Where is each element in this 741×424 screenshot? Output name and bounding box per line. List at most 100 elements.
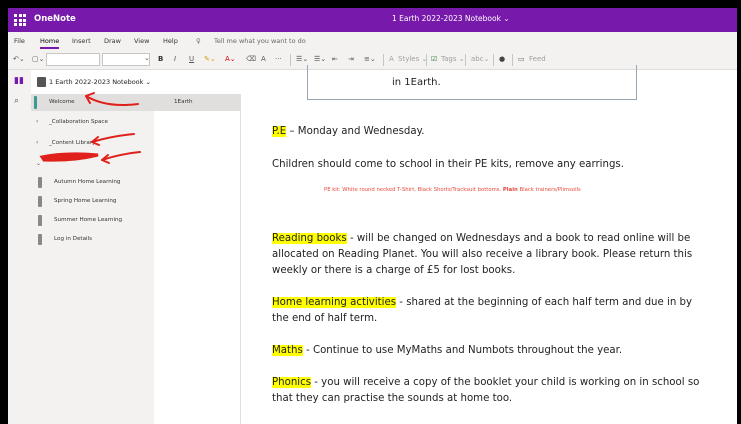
chevron-right-icon[interactable]: › [36, 139, 38, 146]
app-name[interactable]: OneNote [34, 14, 76, 24]
chevron-right-icon[interactable]: › [36, 118, 38, 125]
section-label: Spring Home Learning [54, 198, 117, 204]
font-name-box[interactable] [46, 53, 100, 66]
phonics-paragraph[interactable]: Phonics - you will receive a copy of the… [272, 375, 732, 407]
section-color-tab [38, 234, 42, 245]
phonics-line1: - you will receive a copy of the booklet… [311, 377, 700, 388]
pe-text: – Monday and Wednesday. [286, 126, 425, 137]
align-icon[interactable]: ≡⌄ [364, 55, 376, 63]
styles-dropdown[interactable]: Styles ⌄ [398, 55, 427, 63]
feed-icon[interactable]: ▭ [518, 55, 525, 63]
font-size-dropdown-icon[interactable]: ⌄ [144, 54, 150, 62]
italic-icon[interactable]: I [174, 55, 176, 63]
pe-paragraph[interactable]: P.E – Monday and Wednesday. [272, 124, 732, 140]
feed-button[interactable]: Feed [529, 55, 546, 63]
font-color-icon[interactable]: A⌄ [225, 55, 236, 63]
kits-paragraph[interactable]: Children should come to school in their … [272, 157, 732, 173]
section-label: _Content Library [49, 140, 96, 146]
notebooks-icon[interactable]: ▮▮ [14, 76, 24, 86]
tell-me-search[interactable]: Tell me what you want to do [214, 37, 306, 45]
outdent-icon[interactable]: ⇤ [332, 55, 338, 63]
clipboard-icon[interactable]: ▢⌄ [32, 55, 44, 63]
mic-icon[interactable]: ● [499, 55, 505, 63]
styles-icon: A [389, 55, 394, 63]
maths-text: - Continue to use MyMaths and Numbots th… [302, 345, 623, 356]
notebook-icon [37, 77, 46, 87]
section-color-tab [38, 215, 42, 226]
spelling-icon[interactable]: abc⌄ [471, 55, 489, 63]
section-spring-home-learning[interactable]: Spring Home Learning [31, 193, 154, 210]
menu-draw[interactable]: Draw [104, 37, 121, 45]
app-launcher-icon[interactable] [14, 14, 26, 26]
phonics-label: Phonics [272, 377, 312, 388]
document-title[interactable]: 1 Earth 2022-2023 Notebook ⌄ [392, 14, 510, 23]
reading-line2: allocated on Reading Planet. You will al… [272, 249, 693, 260]
underline-icon[interactable]: U [189, 55, 194, 63]
menu-bar: File Home Insert Draw View Help ♀ Tell m… [8, 32, 737, 50]
ribbon-divider [290, 54, 291, 66]
section-content-library[interactable]: › _Content Library [31, 135, 154, 152]
undo-icon[interactable]: ↶⌄ [13, 55, 25, 63]
section-collaboration-space[interactable]: › _Collaboration Space [31, 114, 154, 131]
search-icon[interactable]: ⌕ [14, 96, 19, 106]
navigation-strip: ▮▮ ⌕ [8, 70, 31, 424]
home-learning-label: Home learning activities [272, 297, 397, 308]
more-icon[interactable]: ··· [275, 55, 282, 63]
kit-detail-bold: Plain [502, 187, 518, 193]
section-color-tab [34, 96, 37, 109]
page-canvas[interactable]: in 1Earth. P.E – Monday and Wednesday. C… [242, 65, 737, 424]
highlight-icon[interactable]: ✎⌄ [204, 55, 216, 63]
maths-label: Maths [272, 345, 303, 356]
sections-pane: Welcome › _Collaboration Space › _Conten… [31, 94, 154, 424]
chevron-down-icon[interactable]: ⌄ [36, 160, 41, 167]
section-group-redacted[interactable]: ⌄ [31, 156, 154, 173]
pe-label: P.E [272, 126, 287, 137]
page-label: 1Earth [174, 99, 193, 105]
pages-pane: 1Earth [154, 94, 241, 424]
kit-detail[interactable]: PE kit: White round necked T-Shirt, Blac… [324, 187, 581, 193]
reading-line1: - will be changed on Wednesdays and a bo… [346, 233, 691, 244]
reading-label: Reading books [272, 233, 347, 244]
tag-icon[interactable]: ☑ [431, 55, 437, 63]
home-line2: the end of half term. [272, 313, 378, 324]
indent-icon[interactable]: ⇥ [348, 55, 354, 63]
tags-dropdown[interactable]: Tags ⌄ [441, 55, 465, 63]
text-effects-icon[interactable]: A [261, 55, 266, 63]
onenote-window: OneNote 1 Earth 2022-2023 Notebook ⌄ Fil… [8, 8, 737, 424]
section-label: Welcome [49, 99, 75, 105]
section-color-tab [38, 196, 42, 207]
section-label: Summer Home Learning [54, 217, 123, 223]
reading-paragraph[interactable]: Reading books - will be changed on Wedne… [272, 231, 732, 279]
maths-paragraph[interactable]: Maths - Continue to use MyMaths and Numb… [272, 343, 732, 359]
font-size-box[interactable] [102, 53, 150, 66]
lightbulb-icon: ♀ [196, 37, 201, 45]
menu-home[interactable]: Home [40, 37, 60, 49]
reading-line3: weekly or there is a charge of £5 for lo… [272, 265, 516, 276]
phonics-line2: that they can practise the sounds at hom… [272, 393, 513, 404]
numbering-icon[interactable]: ☰⌄ [314, 55, 326, 63]
page-item[interactable]: 1Earth [154, 94, 240, 111]
section-autumn-home-learning[interactable]: Autumn Home Learning [31, 174, 154, 191]
text-box[interactable]: in 1Earth. [307, 65, 637, 100]
notebook-selector[interactable]: 1 Earth 2022-2023 Notebook ⌄ [31, 70, 241, 94]
menu-insert[interactable]: Insert [72, 37, 91, 45]
menu-help[interactable]: Help [163, 37, 178, 45]
bullets-icon[interactable]: ☰⌄ [296, 55, 308, 63]
text-box-content: in 1Earth. [392, 77, 441, 88]
kits-text: Children should come to school in their … [272, 159, 624, 170]
clear-format-icon[interactable]: ⌫ [246, 55, 256, 63]
title-bar: OneNote 1 Earth 2022-2023 Notebook ⌄ [8, 8, 737, 32]
section-color-tab [38, 177, 42, 188]
bold-icon[interactable]: B [158, 55, 163, 63]
kit-detail-text-end: Black trainers/Plimsolls [517, 187, 581, 193]
home-learning-paragraph[interactable]: Home learning activities - shared at the… [272, 295, 732, 327]
section-summer-home-learning[interactable]: Summer Home Learning [31, 212, 154, 229]
section-label: Autumn Home Learning [54, 179, 121, 185]
menu-file[interactable]: File [14, 37, 25, 45]
home-line1: - shared at the beginning of each half t… [396, 297, 693, 308]
section-log-in-details[interactable]: Log in Details [31, 231, 154, 248]
section-label: Log in Details [54, 236, 93, 242]
section-welcome[interactable]: Welcome [31, 94, 154, 111]
menu-view[interactable]: View [134, 37, 149, 45]
kit-detail-text: PE kit: White round necked T-Shirt, Blac… [324, 187, 503, 193]
